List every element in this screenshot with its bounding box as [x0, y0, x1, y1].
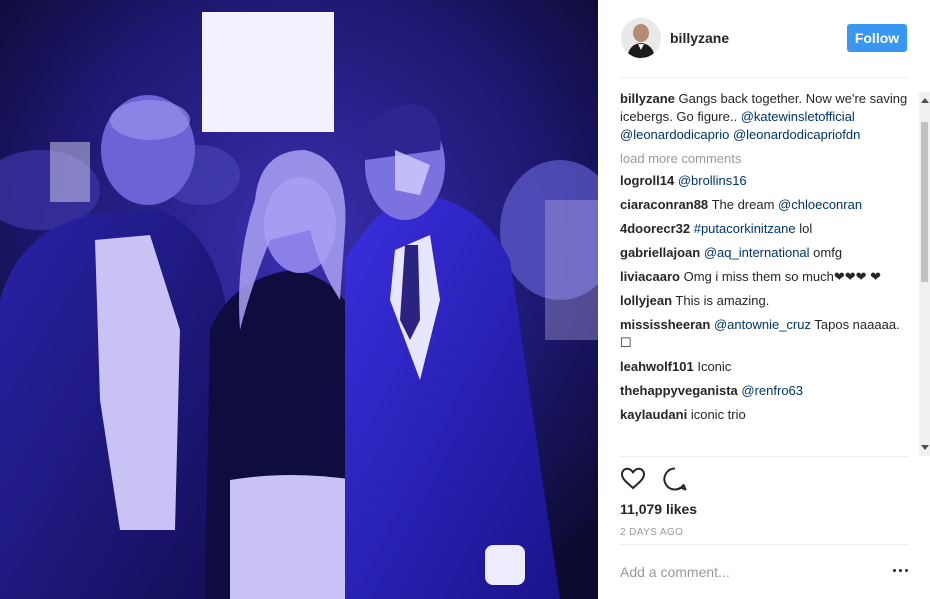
caption-mention[interactable]: @katewinsletofficial — [741, 109, 855, 124]
comment-username[interactable]: gabriellajoan — [620, 245, 700, 260]
comment-mention[interactable]: @chloeconran — [778, 197, 862, 212]
avatar[interactable] — [621, 18, 661, 58]
comment-username[interactable]: kaylaudani — [620, 407, 687, 422]
post-caption: billyzane Gangs back together. Now we're… — [620, 90, 912, 144]
comment-icon[interactable] — [662, 466, 688, 492]
comment-username[interactable]: thehappyveganista — [620, 383, 738, 398]
load-more-comments[interactable]: load more comments — [620, 150, 912, 168]
caption-mention[interactable]: @leonardodicaprio — [620, 127, 729, 142]
ellipsis-icon[interactable] — [892, 565, 910, 577]
comment-text: The dream — [711, 197, 779, 212]
comment-mention[interactable]: @renfro63 — [741, 383, 803, 398]
comments-list[interactable]: billyzane Gangs back together. Now we're… — [620, 90, 912, 456]
comment-text: lol — [795, 221, 813, 236]
comment-text: This is amazing. — [675, 293, 770, 308]
comment-username[interactable]: logroll14 — [620, 173, 674, 188]
comments-scrollbar[interactable] — [919, 92, 930, 456]
scroll-down-icon[interactable] — [921, 445, 929, 450]
comment-item: 4doorecr32 #putacorkinitzane lol — [620, 220, 912, 238]
comment-item: mississheeran @antownie_cruz Tapos naaaa… — [620, 316, 912, 352]
caption-mention[interactable]: @leonardodicapriofdn — [733, 127, 860, 142]
caption-username[interactable]: billyzane — [620, 91, 675, 106]
scroll-up-icon[interactable] — [921, 98, 929, 103]
comment-mention[interactable]: @aq_international — [704, 245, 810, 260]
comment-mention[interactable]: @brollins16 — [678, 173, 747, 188]
comment-username[interactable]: liviacaaro — [620, 269, 680, 284]
comment-item: thehappyveganista @renfro63 — [620, 382, 912, 400]
follow-button[interactable]: Follow — [847, 24, 907, 52]
likes-count[interactable]: 11,079 likes — [620, 501, 697, 517]
divider — [620, 456, 908, 457]
comment-text: omfg — [809, 245, 843, 260]
post-header: billyzane Follow — [620, 0, 908, 78]
comment-item: liviacaaro Omg i miss them so much❤❤❤ ❤ — [620, 268, 912, 286]
comment-item: kaylaudani iconic trio — [620, 406, 912, 424]
heart-icon[interactable] — [620, 466, 646, 492]
comment-item: ciaraconran88 The dream @chloeconran — [620, 196, 912, 214]
add-comment-input[interactable] — [620, 560, 870, 584]
comment-text: Iconic — [697, 359, 732, 374]
post-photo[interactable] — [0, 0, 598, 599]
comment-username[interactable]: leahwolf101 — [620, 359, 694, 374]
post-time: 2 DAYS AGO — [620, 527, 684, 538]
comment-username[interactable]: mississheeran — [620, 317, 710, 332]
comment-text: iconic trio — [690, 407, 746, 422]
comment-item: logroll14 @brollins16 — [620, 172, 912, 190]
comment-mention[interactable]: #putacorkinitzane — [694, 221, 796, 236]
comment-rows: logroll14 @brollins16 ciaraconran88 The d… — [620, 172, 912, 424]
post-image — [0, 0, 598, 599]
comment-item: gabriellajoan @aq_international omfg — [620, 244, 912, 262]
comment-mention[interactable]: @antownie_cruz — [714, 317, 811, 332]
divider — [620, 544, 908, 545]
comment-item: leahwolf101 Iconic — [620, 358, 912, 376]
scroll-thumb[interactable] — [921, 122, 928, 282]
comment-username[interactable]: ciaraconran88 — [620, 197, 708, 212]
avatar-image — [621, 18, 661, 58]
comment-username[interactable]: 4doorecr32 — [620, 221, 690, 236]
comment-item: lollyjean This is amazing. — [620, 292, 912, 310]
comment-username[interactable]: lollyjean — [620, 293, 672, 308]
comment-text: Omg i miss them so much❤❤❤ ❤ — [683, 269, 882, 284]
header-username[interactable]: billyzane — [670, 30, 729, 46]
